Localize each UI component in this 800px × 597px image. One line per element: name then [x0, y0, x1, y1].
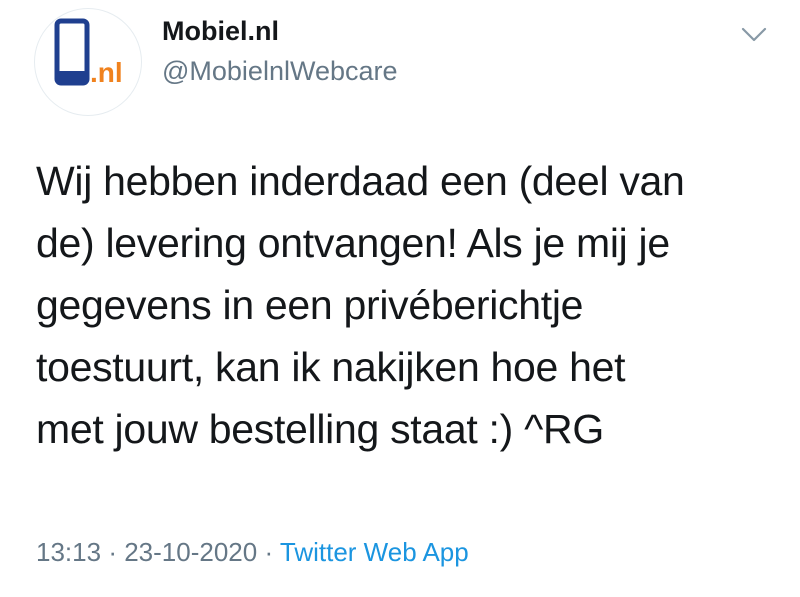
display-name[interactable]: Mobiel.nl: [162, 16, 279, 47]
tweet-time[interactable]: 13:13: [36, 537, 101, 567]
mobiel-nl-logo: .nl: [54, 18, 123, 88]
logo-text: .nl: [90, 57, 123, 88]
tweet-meta: 13:13 · 23-10-2020 · Twitter Web App: [36, 537, 469, 568]
tweet-text-line: met jouw bestelling staat :) ^RG: [36, 406, 604, 452]
tweet-text-line: gegevens in een privéberichtje: [36, 282, 584, 328]
tweet-text-line: Wij hebben inderdaad een (deel van: [36, 158, 685, 204]
tweet-source-link[interactable]: Twitter Web App: [280, 537, 469, 567]
avatar[interactable]: .nl: [34, 8, 142, 116]
tweet-text: Wij hebben inderdaad een (deel van de) l…: [36, 150, 776, 460]
tweet-date[interactable]: 23-10-2020: [124, 537, 257, 567]
tweet-card: .nl Mobiel.nl @MobielnlWebcare Wij hebbe…: [0, 0, 800, 597]
user-handle[interactable]: @MobielnlWebcare: [162, 56, 398, 87]
meta-separator: ·: [264, 537, 274, 567]
chevron-down-icon[interactable]: [740, 26, 768, 44]
tweet-text-line: de) levering ontvangen! Als je mij je: [36, 220, 670, 266]
meta-separator: ·: [108, 537, 117, 567]
tweet-text-line: toestuurt, kan ik nakijken hoe het: [36, 344, 626, 390]
